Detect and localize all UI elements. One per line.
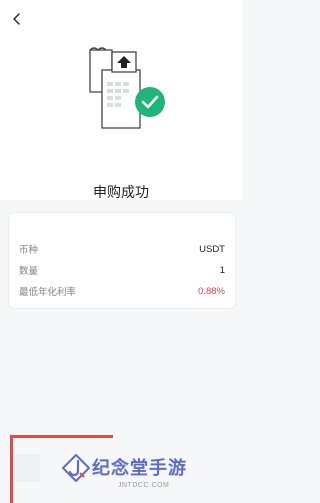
detail-label: 最低年化利率 xyxy=(19,287,77,298)
top-bar xyxy=(0,0,242,40)
watermark-logo-icon xyxy=(62,454,90,482)
page-title: 申购成功 xyxy=(93,184,149,200)
detail-label: 数量 xyxy=(19,266,39,277)
detail-value: 1 xyxy=(219,264,225,276)
watermark-brand: 纪念堂手游 xyxy=(92,458,187,478)
back-button[interactable] xyxy=(6,8,28,30)
watermark-domain: JNTDCC.COM xyxy=(118,482,170,489)
detail-value: USDT xyxy=(199,243,225,255)
detail-row-quantity: 数量 1 xyxy=(19,261,225,279)
detail-row-currency: 币种 USDT xyxy=(19,240,225,258)
chevron-left-icon xyxy=(13,13,20,25)
watermark-placeholder xyxy=(14,454,40,482)
detail-value-rate: 0.88% xyxy=(198,285,225,297)
receipt-upload-success-icon xyxy=(89,47,165,129)
detail-row-rate: 最低年化利率 0.88% xyxy=(19,282,225,300)
detail-label: 币种 xyxy=(19,245,39,256)
subscription-details-card: 币种 USDT 数量 1 最低年化利率 0.88% xyxy=(8,212,236,309)
